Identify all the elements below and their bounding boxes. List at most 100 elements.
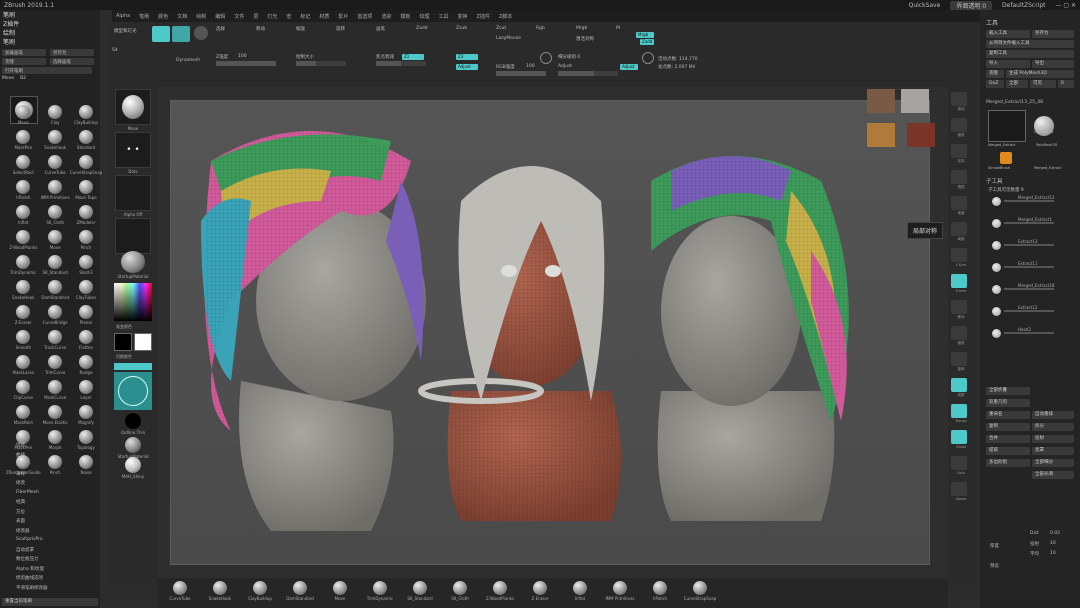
menu-14[interactable]: 渲染 xyxy=(381,13,391,20)
toolbar-item-rgb[interactable]: Rgb xyxy=(536,26,545,31)
right-shelf-icon[interactable] xyxy=(951,274,967,288)
brush-item[interactable]: Move Elastic xyxy=(41,405,70,425)
menu-10[interactable]: 标记 xyxy=(300,13,310,20)
subtool-slider[interactable] xyxy=(1004,222,1054,224)
double-button[interactable]: 双重几何 xyxy=(986,399,1030,407)
shelf-material[interactable]: StartupMaterial xyxy=(114,251,152,279)
clone-tool-button[interactable]: 克隆 xyxy=(986,70,1004,78)
bottom-brush-item[interactable]: hPolish xyxy=(640,578,680,601)
reset-brush-button[interactable]: 重置当前笔刷 xyxy=(2,598,98,606)
brush-item[interactable]: Z-Eraser xyxy=(6,305,41,325)
brush-item[interactable]: MaskRect xyxy=(6,405,41,425)
lightbox-icon[interactable] xyxy=(540,52,552,64)
brush-menu-item[interactable]: Alpha 和纹理 xyxy=(16,566,96,576)
copy-tool-button[interactable]: 复制工具 xyxy=(986,50,1074,58)
load-from-project-button[interactable]: 从项目文件载入工具 xyxy=(986,40,1074,48)
right-shelf-icon[interactable] xyxy=(951,222,967,236)
brush-item[interactable]: Flatten xyxy=(70,330,103,350)
subtool-slider[interactable] xyxy=(1004,266,1054,268)
shelf-alpha[interactable]: Alpha Off xyxy=(114,175,152,217)
subtool-row[interactable]: Extract11 xyxy=(990,261,1070,275)
right-shelf-icon[interactable] xyxy=(951,300,967,314)
brush-item[interactable]: Standard xyxy=(70,130,103,150)
brush-item[interactable]: DamStandard xyxy=(41,280,70,300)
merge-button[interactable]: 合并 xyxy=(986,435,1030,443)
import-button[interactable]: 导入 xyxy=(986,60,1030,68)
shelf-outline[interactable]: Outline Thin xyxy=(114,413,152,435)
brush-item[interactable]: CurveStrapSnap xyxy=(70,155,102,175)
brush-item[interactable]: TrimDynamic xyxy=(6,255,41,275)
brush-menu-item[interactable]: 经典 xyxy=(16,499,96,509)
toolbar-item-brush[interactable]: 画笔 xyxy=(376,26,385,32)
shelf-startup-material[interactable]: StartupMaterial xyxy=(114,437,152,459)
quicksave-button[interactable]: QuickSave xyxy=(909,2,941,9)
brush-item[interactable]: CurveBridge xyxy=(41,305,70,325)
toolbar-item-select[interactable]: 选择 xyxy=(216,26,225,32)
right-shelf-icon[interactable] xyxy=(951,352,967,366)
brush-menu-item[interactable]: 曲线 xyxy=(16,452,96,462)
right-shelf-icon[interactable] xyxy=(951,430,967,444)
brush-item[interactable]: Snakehook xyxy=(41,130,70,150)
z3-highlight[interactable]: Adjust xyxy=(456,64,478,70)
brush-menu-item[interactable]: 采样 xyxy=(16,471,96,481)
brush-item[interactable]: MaskLasso xyxy=(6,355,41,375)
brush-item[interactable]: Move Topo xyxy=(70,180,103,200)
menu-13[interactable]: 首选项 xyxy=(357,13,372,20)
collapse-all-button[interactable]: 全部折叠 xyxy=(986,387,1030,395)
right-shelf-icon[interactable] xyxy=(951,456,967,470)
brush-item[interactable]: TrackCurve xyxy=(41,330,70,350)
toolbar-item-zsub[interactable]: Zsub xyxy=(456,26,467,31)
brush-menu-item[interactable]: 深度 xyxy=(16,461,96,471)
tray-header-brush[interactable]: 笔刷 xyxy=(0,10,100,19)
active-tool-thumb[interactable] xyxy=(988,110,1026,142)
shelf-brush[interactable]: Move xyxy=(114,89,152,131)
brush-menu-item[interactable]: ScultprisPro xyxy=(16,537,96,547)
face-texture-thumb[interactable] xyxy=(867,89,895,113)
brush-item[interactable]: Clay xyxy=(41,105,70,125)
subtool-slider[interactable] xyxy=(1004,200,1054,202)
toolbar-item-m[interactable]: M xyxy=(616,26,620,31)
brush-item[interactable]: MaskPen xyxy=(6,130,41,150)
gizmo-button[interactable] xyxy=(114,372,152,410)
menu-17[interactable]: 工具 xyxy=(438,13,448,20)
wood-texture-thumb[interactable] xyxy=(867,123,895,147)
export-button[interactable]: 导出 xyxy=(1032,60,1074,68)
brush-item[interactable]: Move xyxy=(41,230,70,250)
mrgb-highlight[interactable]: Mrgb xyxy=(636,32,654,38)
menu-11[interactable]: 材质 xyxy=(319,13,329,20)
menu-8[interactable]: 灯光 xyxy=(267,13,277,20)
load-brush-button[interactable]: 加载画笔 xyxy=(2,49,46,56)
save-tool-button[interactable]: 另存为 xyxy=(1032,30,1074,38)
right-shelf-icon[interactable] xyxy=(951,404,967,418)
brush-menu-item[interactable]: 创建 xyxy=(16,442,96,452)
brush-menu-item[interactable]: 方位 xyxy=(16,509,96,519)
brush-item[interactable]: Planar xyxy=(70,305,103,325)
menu-6[interactable]: 文件 xyxy=(234,13,244,20)
subtool-row[interactable]: Merged_Extract13 xyxy=(990,195,1070,209)
brush-item[interactable]: MaskCurve xyxy=(41,380,70,400)
all-button[interactable]: 全部 xyxy=(1006,80,1028,88)
menu-16[interactable]: 纹理 xyxy=(419,13,429,20)
visible-button[interactable]: 可见 xyxy=(1030,80,1056,88)
toolbar-item-rotate[interactable]: 旋转 xyxy=(336,26,345,32)
goz-button[interactable]: GoZ xyxy=(986,80,1004,88)
gray-texture-thumb[interactable] xyxy=(901,89,929,113)
right-shelf-icon[interactable] xyxy=(951,482,967,496)
brush-item[interactable]: ClayBuildup xyxy=(70,105,103,125)
toolbar-item-mrgb[interactable]: Mrgb xyxy=(576,26,587,31)
shelf-mah-shiny[interactable]: MAH_Shiny xyxy=(114,457,152,479)
bottom-brush-item[interactable]: IMM Primitives xyxy=(600,578,640,601)
menu-5[interactable]: 编辑 xyxy=(215,13,225,20)
menu-3[interactable]: 文档 xyxy=(177,13,187,20)
right-shelf-icon[interactable] xyxy=(951,378,967,392)
load-tool-button[interactable]: 载入工具 xyxy=(986,30,1030,38)
document-viewport[interactable] xyxy=(170,89,935,565)
brush-menu-item[interactable]: 平滑笔刷修改器 xyxy=(16,585,96,595)
bottom-brush-item[interactable]: ClayBuildup xyxy=(240,578,280,601)
extract-button[interactable]: 提取 xyxy=(986,447,1030,455)
simplebrush-tool-thumb[interactable] xyxy=(1000,152,1012,164)
color-picker[interactable] xyxy=(114,283,152,321)
brush-item[interactable]: Nudge xyxy=(70,355,103,375)
brush-item[interactable]: SnakeHook xyxy=(6,280,41,300)
draw-button[interactable] xyxy=(172,26,190,42)
